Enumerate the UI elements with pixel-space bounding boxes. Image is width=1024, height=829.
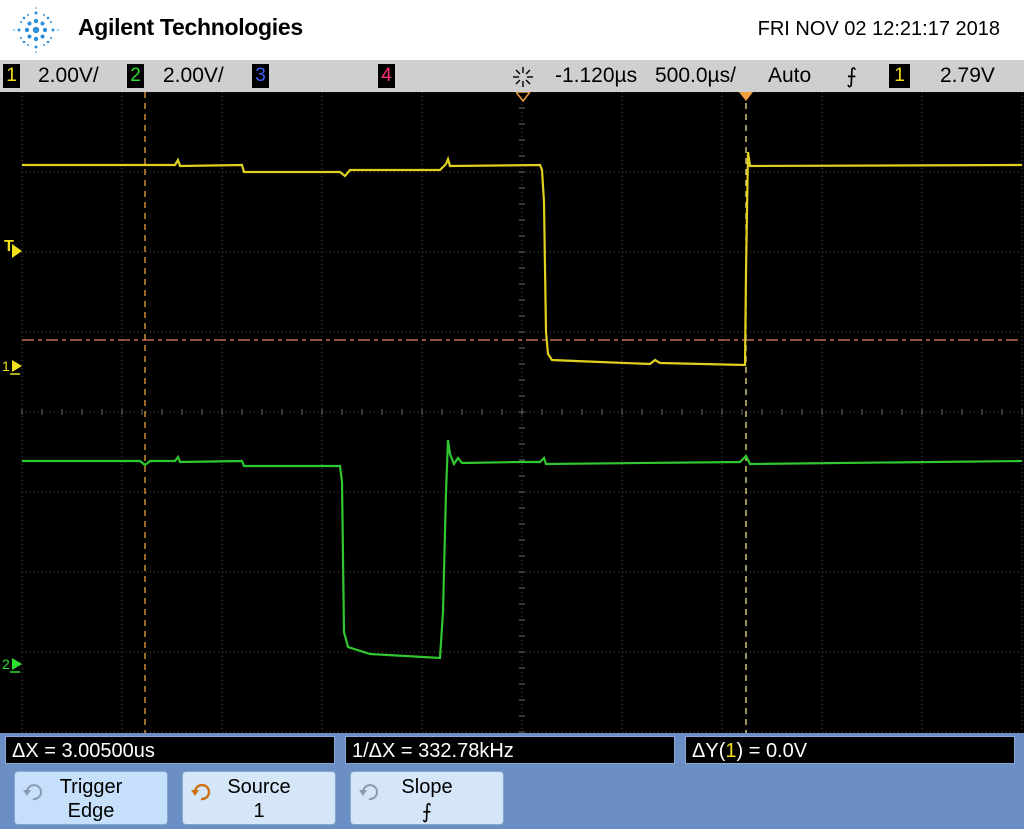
trigger-marker-icon xyxy=(12,244,22,258)
delta-y-channel: 1 xyxy=(725,740,737,762)
header: Agilent Technologies FRI NOV 02 12:21:17… xyxy=(0,0,1024,60)
inverse-delta-x-readout: 1/ΔX = 332.78kHz xyxy=(345,736,675,764)
ch2-ground-marker[interactable]: 2 xyxy=(2,656,10,672)
delta-y-readout: ΔY(1) = 0.0V xyxy=(685,736,1015,764)
slope-softkey-label: Slope xyxy=(401,776,453,798)
ch1-waveform xyxy=(22,151,1023,367)
trigger-softkey-label: Trigger xyxy=(59,776,123,798)
measurement-bar: ΔX = 3.00500us 1/ΔX = 332.78kHz ΔY(1) = … xyxy=(0,733,1024,768)
delta-y-prefix: ΔY( xyxy=(692,740,726,762)
delta-y-suffix: ) = 0.0V xyxy=(736,740,808,762)
ch2-scale: 2.00V/ xyxy=(163,64,224,87)
ch1-ground-marker[interactable]: 1 xyxy=(2,358,10,374)
delta-x-readout: ΔX = 3.00500us xyxy=(5,736,335,764)
delay-marker-icon xyxy=(516,92,530,102)
trigger-source: 1 xyxy=(889,64,910,88)
trigger-slope-icon: ⨍ xyxy=(846,64,857,88)
timebase: 500.0µs/ xyxy=(655,64,736,87)
slope-softkey[interactable]: Slope ⨍ xyxy=(350,771,504,825)
horizontal-delay: -1.120µs xyxy=(555,64,638,87)
softkey-bar: Trigger Edge Source 1 Slope ⨍ xyxy=(0,768,1024,829)
trigger-point-icon xyxy=(739,92,753,101)
slope-softkey-value: ⨍ xyxy=(421,799,433,823)
source-softkey-value: 1 xyxy=(253,800,265,822)
source-softkey[interactable]: Source 1 xyxy=(182,771,336,825)
ch1-indicator[interactable]: 1 xyxy=(3,64,20,88)
agilent-spark-icon xyxy=(13,7,59,53)
date-time: FRI NOV 02 12:21:17 2018 xyxy=(757,18,1000,40)
ch4-indicator[interactable]: 4 xyxy=(378,64,395,88)
graticule xyxy=(21,92,1023,733)
ch1-ground-icon xyxy=(10,360,22,375)
brand-name: Agilent Technologies xyxy=(78,14,303,40)
waveform-display[interactable]: T 1 2 xyxy=(0,92,1024,733)
source-softkey-label: Source xyxy=(227,776,291,798)
trigger-softkey-value: Edge xyxy=(67,800,115,822)
trigger-softkey[interactable]: Trigger Edge xyxy=(14,771,168,825)
ch3-indicator[interactable]: 3 xyxy=(252,64,269,88)
status-bar: 1 2.00V/ 2 2.00V/ 3 4 -1.120µs 500.0µs/ … xyxy=(0,60,1024,92)
ch2-indicator[interactable]: 2 xyxy=(127,64,144,88)
ch1-scale: 2.00V/ xyxy=(38,64,99,87)
ch2-ground-icon xyxy=(10,658,22,673)
trigger-mode: Auto xyxy=(768,64,812,87)
acquisition-icon xyxy=(513,67,533,87)
trigger-level: 2.79V xyxy=(940,64,995,87)
